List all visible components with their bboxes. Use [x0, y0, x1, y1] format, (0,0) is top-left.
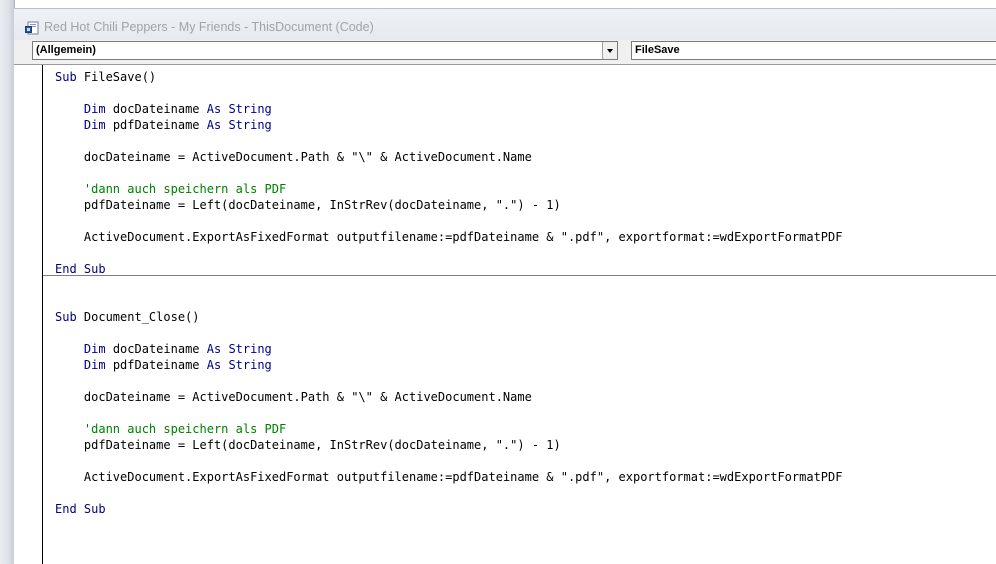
- code-keyword: String: [228, 118, 272, 132]
- code-line[interactable]: Sub Document_Close(): [55, 309, 996, 325]
- code-line[interactable]: [55, 85, 996, 101]
- procedure-combo[interactable]: FileSave: [631, 41, 996, 60]
- code-keyword: As: [206, 118, 222, 132]
- code-keyword: End Sub: [55, 502, 106, 516]
- code-line[interactable]: pdfDateiname = Left(docDateiname, InStrR…: [55, 437, 996, 453]
- code-line[interactable]: End Sub: [55, 261, 996, 277]
- code-text: ActiveDocument.ExportAsFixedFormat outpu…: [55, 470, 843, 484]
- code-keyword: Dim: [83, 342, 106, 356]
- code-line[interactable]: [55, 485, 996, 501]
- code-line[interactable]: [55, 293, 996, 309]
- code-keyword: String: [228, 102, 272, 116]
- code-editor[interactable]: Sub FileSave() Dim docDateiname As Strin…: [14, 64, 996, 564]
- code-text: Document_Close(): [76, 310, 200, 324]
- code-line[interactable]: Dim docDateiname As String: [55, 341, 996, 357]
- code-keyword: Sub: [55, 310, 77, 324]
- code-text: docDateiname: [105, 342, 207, 356]
- code-keyword: As: [206, 342, 222, 356]
- code-line[interactable]: [55, 133, 996, 149]
- code-keyword: String: [228, 342, 272, 356]
- code-keyword: Dim: [83, 358, 106, 372]
- code-comment: 'dann auch speichern als PDF: [83, 422, 287, 436]
- code-line[interactable]: [55, 165, 996, 181]
- code-line[interactable]: ActiveDocument.ExportAsFixedFormat outpu…: [55, 229, 996, 245]
- title-bar[interactable]: Red Hot Chili Peppers - My Friends - Thi…: [14, 8, 996, 41]
- code-text: pdfDateiname: [105, 358, 207, 372]
- code-comment: 'dann auch speichern als PDF: [83, 182, 287, 196]
- code-line[interactable]: Dim pdfDateiname As String: [55, 117, 996, 133]
- code-text: pdfDateiname = Left(docDateiname, InStrR…: [55, 198, 561, 212]
- code-line[interactable]: 'dann auch speichern als PDF: [55, 181, 996, 197]
- code-line[interactable]: docDateiname = ActiveDocument.Path & "\"…: [55, 389, 996, 405]
- code-text: docDateiname = ActiveDocument.Path & "\"…: [55, 150, 532, 164]
- word-document-icon: [25, 21, 39, 35]
- window-left-frame: [0, 0, 15, 564]
- code-line[interactable]: [55, 405, 996, 421]
- code-line[interactable]: End Sub: [55, 501, 996, 517]
- code-line[interactable]: [55, 245, 996, 261]
- code-text-area[interactable]: Sub FileSave() Dim docDateiname As Strin…: [55, 69, 996, 517]
- chevron-down-icon[interactable]: [602, 42, 617, 59]
- code-text: docDateiname: [105, 102, 207, 116]
- code-line[interactable]: ActiveDocument.ExportAsFixedFormat outpu…: [55, 469, 996, 485]
- code-line[interactable]: Dim pdfDateiname As String: [55, 357, 996, 373]
- code-text: pdfDateiname: [105, 118, 207, 132]
- code-keyword: As: [206, 102, 222, 116]
- procedure-combo-value: FileSave: [635, 44, 680, 56]
- code-line[interactable]: Dim docDateiname As String: [55, 101, 996, 117]
- code-keyword: String: [228, 358, 272, 372]
- code-line[interactable]: [55, 453, 996, 469]
- code-line[interactable]: [55, 373, 996, 389]
- window-title: Red Hot Chili Peppers - My Friends - Thi…: [44, 20, 374, 34]
- code-line[interactable]: pdfDateiname = Left(docDateiname, InStrR…: [55, 197, 996, 213]
- code-line[interactable]: [55, 213, 996, 229]
- code-keyword: Dim: [83, 118, 106, 132]
- code-keyword: End Sub: [55, 262, 106, 276]
- object-combo[interactable]: (Allgemein): [32, 41, 618, 60]
- code-text: docDateiname = ActiveDocument.Path & "\"…: [55, 390, 532, 404]
- object-combo-value: (Allgemein): [36, 44, 96, 56]
- code-line[interactable]: docDateiname = ActiveDocument.Path & "\"…: [55, 149, 996, 165]
- code-keyword: Sub: [55, 70, 77, 84]
- code-text: pdfDateiname = Left(docDateiname, InStrR…: [55, 438, 561, 452]
- code-keyword: As: [206, 358, 222, 372]
- code-line[interactable]: Sub FileSave(): [55, 69, 996, 85]
- code-text: ActiveDocument.ExportAsFixedFormat outpu…: [55, 230, 843, 244]
- margin-indicator-bar[interactable]: [20, 65, 43, 564]
- procedure-bar: (Allgemein) FileSave: [14, 40, 996, 64]
- code-keyword: Dim: [83, 102, 106, 116]
- vba-code-window: Red Hot Chili Peppers - My Friends - Thi…: [0, 0, 996, 564]
- code-line[interactable]: [55, 325, 996, 341]
- code-line[interactable]: 'dann auch speichern als PDF: [55, 421, 996, 437]
- code-text: FileSave(): [76, 70, 157, 84]
- code-line[interactable]: [55, 277, 996, 293]
